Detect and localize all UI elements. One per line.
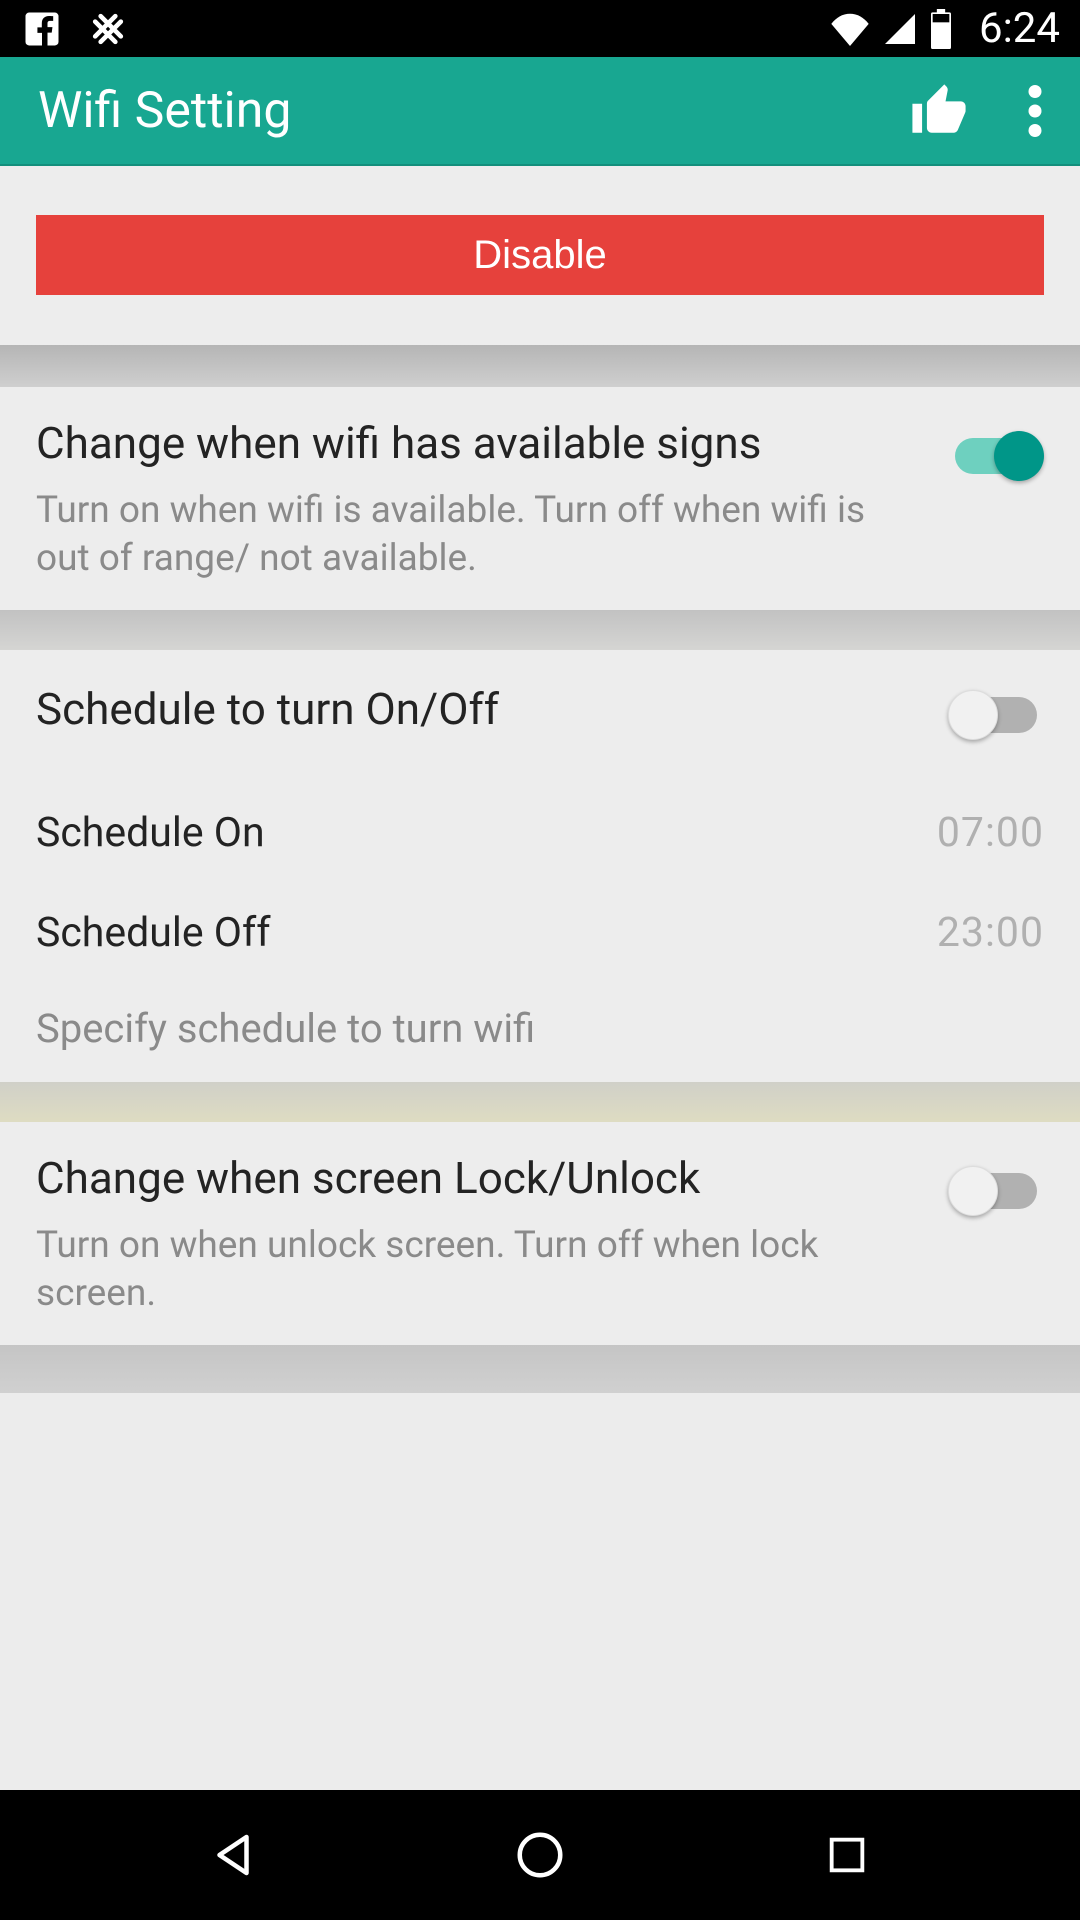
battery-icon — [929, 9, 953, 49]
schedule-toggle[interactable] — [948, 686, 1044, 743]
thumbs-up-icon[interactable] — [910, 82, 968, 140]
status-right: 6:24 — [829, 4, 1060, 53]
disable-section: Disable — [0, 166, 1080, 345]
overflow-menu-icon[interactable] — [1028, 85, 1042, 137]
schedule-header[interactable]: Schedule to turn On/Off — [36, 674, 1044, 743]
schedule-on-label: Schedule On — [36, 809, 265, 857]
status-time: 6:24 — [979, 4, 1060, 53]
screen-lock-setting[interactable]: Change when screen Lock/Unlock Turn on w… — [0, 1122, 1080, 1345]
facebook-icon — [20, 7, 64, 51]
screen-lock-toggle[interactable] — [948, 1162, 1044, 1219]
schedule-section: Schedule to turn On/Off Schedule On 07:0… — [0, 650, 1080, 1082]
schedule-off-value: 23:00 — [937, 909, 1044, 957]
schedule-on-value: 07:00 — [937, 809, 1044, 857]
cell-signal-icon — [881, 11, 919, 47]
schedule-off-label: Schedule Off — [36, 909, 270, 957]
status-bar: 6:24 — [0, 0, 1080, 57]
section-divider — [0, 345, 1080, 387]
wifi-signs-desc: Turn on when wifi is available. Turn off… — [36, 487, 918, 582]
slack-icon — [86, 7, 130, 51]
schedule-on-row[interactable]: Schedule On 07:00 — [36, 783, 1044, 883]
section-divider — [0, 1345, 1080, 1393]
schedule-hint: Specify schedule to turn wifi — [36, 1005, 1044, 1052]
wifi-icon — [829, 12, 871, 46]
app-title: Wifi Setting — [38, 82, 291, 140]
app-bar-actions — [910, 82, 1042, 140]
disable-button[interactable]: Disable — [36, 215, 1044, 295]
section-divider — [0, 610, 1080, 650]
schedule-title: Schedule to turn On/Off — [36, 683, 948, 735]
content: Disable Change when wifi has available s… — [0, 166, 1080, 1790]
home-button[interactable] — [500, 1815, 580, 1895]
navigation-bar — [0, 1790, 1080, 1920]
screen-lock-desc: Turn on when unlock screen. Turn off whe… — [36, 1222, 918, 1317]
app-bar: Wifi Setting — [0, 57, 1080, 166]
recent-apps-button[interactable] — [807, 1815, 887, 1895]
back-button[interactable] — [193, 1815, 273, 1895]
wifi-signs-text: Change when wifi has available signs Tur… — [36, 415, 918, 582]
wifi-signs-toggle[interactable] — [948, 427, 1044, 484]
screen-lock-title: Change when screen Lock/Unlock — [36, 1150, 918, 1206]
wifi-signs-setting[interactable]: Change when wifi has available signs Tur… — [0, 387, 1080, 610]
wifi-signs-title: Change when wifi has available signs — [36, 415, 918, 471]
schedule-off-row[interactable]: Schedule Off 23:00 — [36, 883, 1044, 983]
screen-lock-text: Change when screen Lock/Unlock Turn on w… — [36, 1150, 918, 1317]
section-divider — [0, 1082, 1080, 1122]
status-left — [20, 7, 130, 51]
